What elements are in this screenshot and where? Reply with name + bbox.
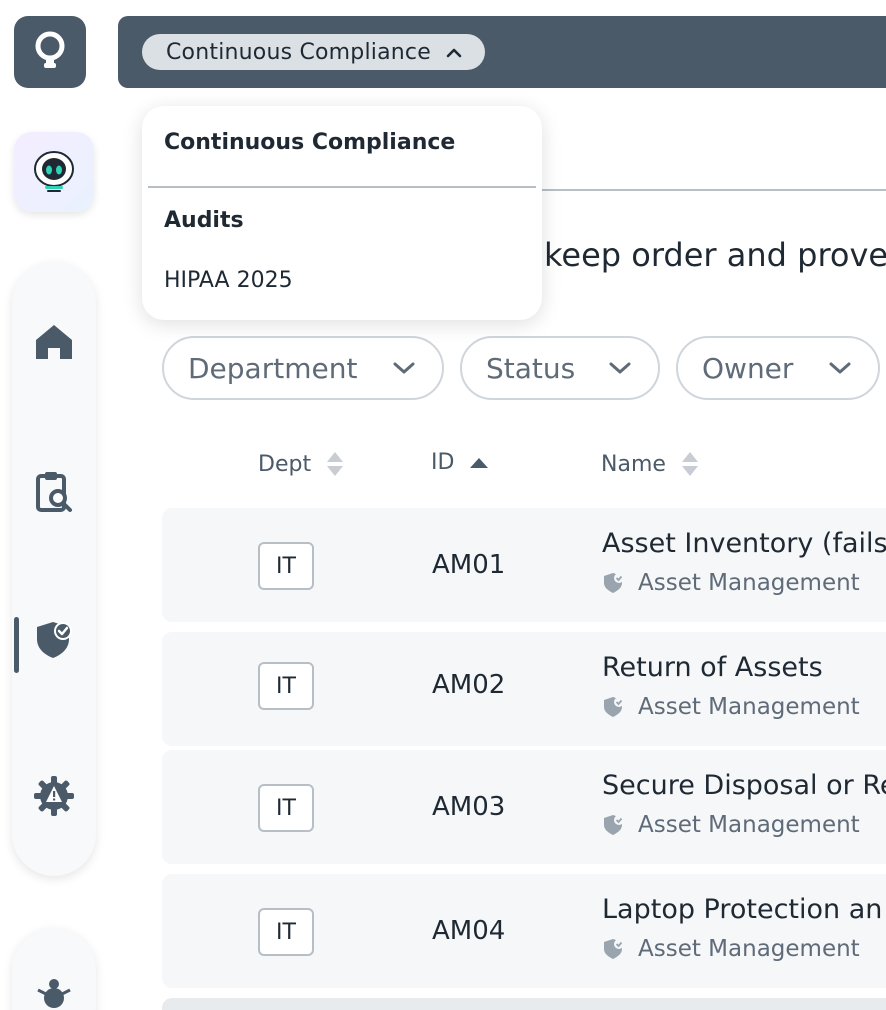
row-category-label: Asset Management — [638, 694, 860, 720]
sidebar-item-compliance[interactable] — [12, 598, 96, 682]
shield-small-icon — [604, 815, 624, 835]
row-category-label: Asset Management — [638, 570, 860, 596]
filter-department[interactable]: Department — [162, 336, 444, 400]
filter-owner[interactable]: Owner — [676, 336, 880, 400]
filter-owner-label: Owner — [702, 351, 794, 385]
row-category-label: Asset Management — [638, 812, 860, 838]
breadcrumb-label: Continuous Compliance — [166, 39, 431, 65]
dropdown-item-continuous-compliance[interactable]: Continuous Compliance — [164, 130, 455, 155]
page-description-text: keep order and prove — [544, 236, 886, 274]
dept-badge: IT — [258, 542, 314, 590]
row-id: AM02 — [432, 670, 506, 700]
row-name: Return of Assets — [602, 652, 823, 683]
column-header-dept[interactable]: Dept — [258, 450, 345, 478]
app-page: Continuous Compliance keep order and pro… — [0, 0, 886, 1010]
row-id: AM03 — [432, 792, 506, 822]
row-category: Asset Management — [602, 936, 860, 962]
row-name: Asset Inventory (fails — [602, 528, 886, 559]
dropdown-item-hipaa-2025[interactable]: HIPAA 2025 — [164, 268, 293, 293]
sidebar-bottom — [12, 928, 96, 1010]
row-id: AM04 — [432, 916, 506, 946]
dept-badge: IT — [258, 908, 314, 956]
home-icon — [36, 325, 72, 359]
row-category: Asset Management — [602, 570, 860, 596]
chevron-down-icon — [829, 362, 851, 374]
row-category-label: Asset Management — [638, 936, 860, 962]
shield-check-icon — [37, 622, 72, 658]
table-row[interactable]: IT AM01 Asset Inventory (fails Asset Man… — [162, 508, 886, 622]
breadcrumb-switcher[interactable]: Continuous Compliance — [142, 34, 485, 70]
sidebar-item-audits[interactable] — [12, 450, 96, 534]
chevron-down-icon — [393, 362, 415, 374]
column-header-id[interactable]: ID — [431, 450, 490, 475]
chevron-down-icon — [609, 362, 631, 374]
column-header-id-label: ID — [431, 450, 455, 475]
chevron-up-icon — [446, 48, 462, 58]
sidebar-item-home[interactable] — [12, 300, 96, 384]
row-category: Asset Management — [602, 812, 860, 838]
filter-status-label: Status — [486, 351, 576, 385]
sort-icon — [327, 452, 344, 476]
lightbulb-icon — [35, 31, 65, 68]
column-header-name-label: Name — [601, 451, 666, 477]
row-category: Asset Management — [602, 694, 860, 720]
column-header-name[interactable]: Name — [601, 450, 700, 478]
gear-warning-icon — [34, 776, 74, 816]
sidebar-nav — [12, 262, 96, 876]
sidebar-item-settings[interactable] — [12, 754, 96, 838]
robot-avatar-icon — [34, 151, 74, 192]
dept-badge: IT — [258, 784, 314, 832]
row-name: Secure Disposal or Re — [602, 770, 886, 801]
shield-small-icon — [604, 697, 624, 717]
top-bar: Continuous Compliance — [118, 16, 886, 88]
filter-status[interactable]: Status — [460, 336, 660, 400]
context-dropdown-menu: Continuous Compliance Audits HIPAA 2025 — [142, 106, 542, 320]
table-row-partial[interactable] — [162, 998, 886, 1010]
clipboard-search-icon — [36, 472, 72, 512]
dropdown-divider — [148, 186, 536, 188]
bug-icon[interactable] — [34, 978, 74, 1008]
assistant-button[interactable] — [14, 132, 94, 212]
sort-icon — [681, 452, 698, 476]
table-row[interactable]: IT AM02 Return of Assets Asset Managemen… — [162, 632, 886, 746]
row-name: Laptop Protection an — [602, 894, 883, 925]
app-logo[interactable] — [14, 16, 86, 88]
row-id: AM01 — [432, 550, 506, 580]
shield-small-icon — [604, 939, 624, 959]
filter-department-label: Department — [188, 351, 358, 385]
column-header-dept-label: Dept — [258, 451, 312, 477]
sort-asc-icon — [470, 457, 489, 468]
table-row[interactable]: IT AM04 Laptop Protection an Asset Manag… — [162, 874, 886, 988]
dept-badge: IT — [258, 662, 314, 710]
dropdown-section-audits: Audits — [164, 208, 244, 233]
table-row[interactable]: IT AM03 Secure Disposal or Re Asset Mana… — [162, 750, 886, 864]
shield-small-icon — [604, 573, 624, 593]
